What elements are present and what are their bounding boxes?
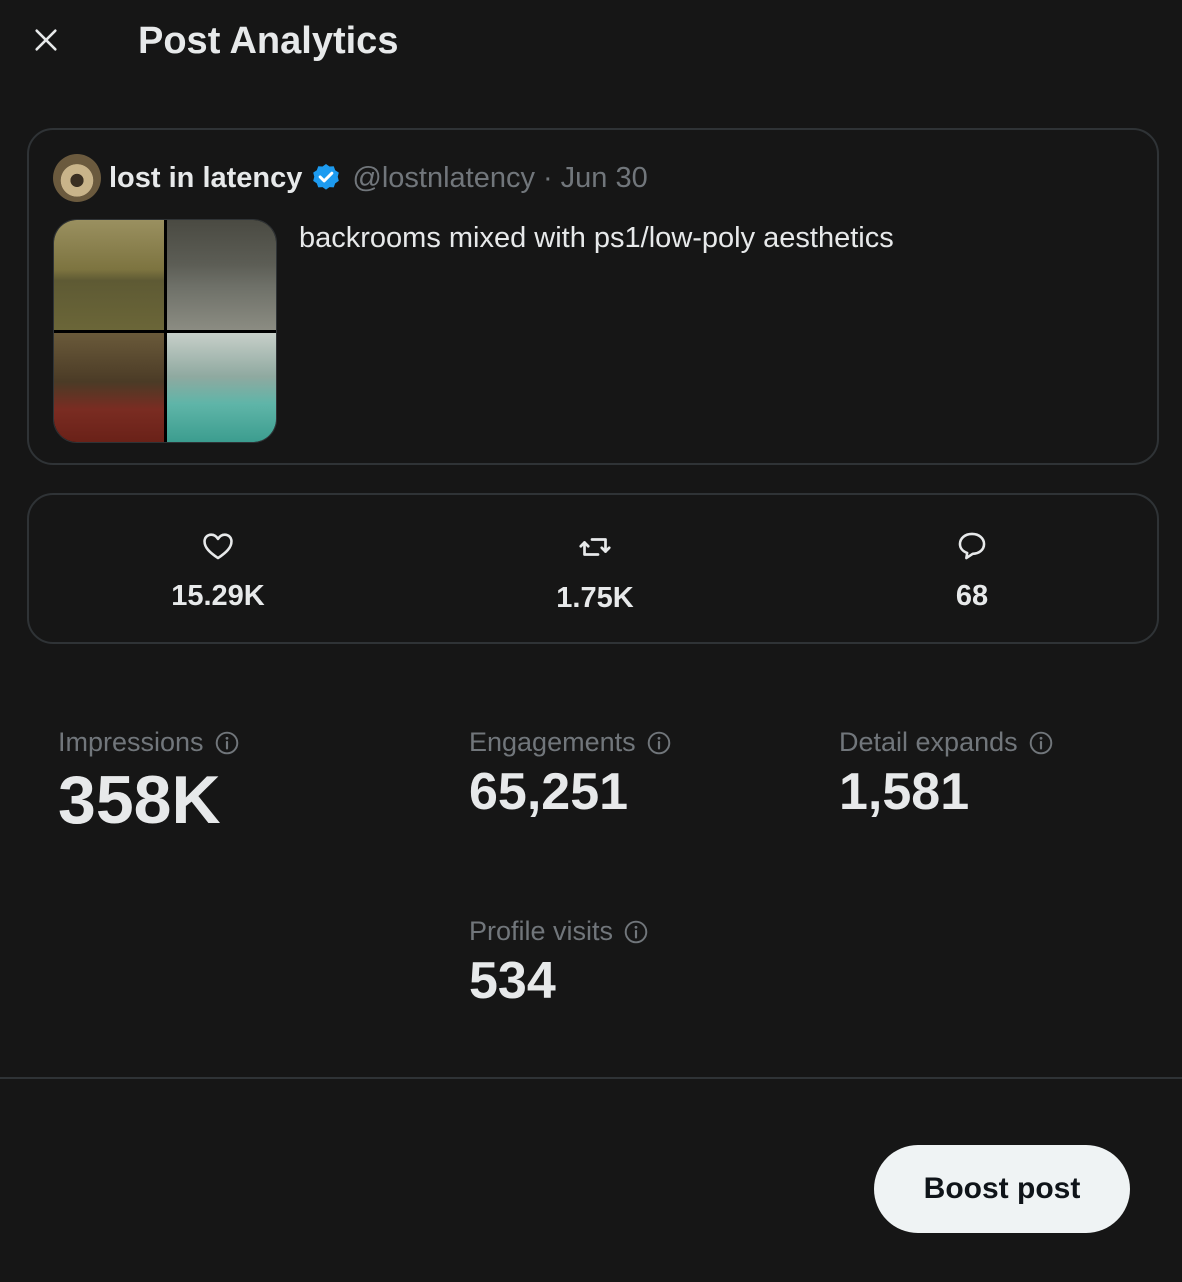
likes-count: 15.29K — [171, 580, 265, 612]
footer-divider — [0, 1077, 1182, 1079]
post-header: lost in latency @lostnlatency · Jun 30 — [53, 154, 648, 202]
info-icon[interactable] — [214, 730, 240, 756]
engagements-label: Engagements — [469, 727, 636, 757]
post-card[interactable]: lost in latency @lostnlatency · Jun 30 b… — [27, 128, 1159, 465]
media-image-1[interactable] — [54, 220, 164, 330]
detail-expands-value: 1,581 — [839, 763, 970, 821]
reposts-stat[interactable]: 1.75K — [495, 529, 695, 615]
media-image-2[interactable] — [166, 220, 276, 330]
impressions-label: Impressions — [58, 727, 204, 757]
detail-expands-metric: Detail expands 1,581 — [839, 727, 1054, 824]
engagements-value: 65,251 — [469, 763, 629, 821]
profile-visits-value: 534 — [469, 952, 556, 1010]
verified-badge-icon — [310, 162, 342, 194]
avatar[interactable] — [53, 154, 101, 202]
info-icon[interactable] — [646, 730, 672, 756]
likes-stat[interactable]: 15.29K — [118, 529, 318, 613]
repost-icon — [577, 529, 613, 570]
reposts-count: 1.75K — [556, 582, 634, 614]
info-icon[interactable] — [1028, 730, 1054, 756]
engagement-summary: 15.29K 1.75K 68 — [27, 493, 1159, 644]
close-icon — [32, 26, 60, 59]
replies-count: 68 — [955, 580, 989, 612]
post-text: backrooms mixed with ps1/low-poly aesthe… — [299, 222, 894, 254]
post-date[interactable]: Jun 30 — [561, 162, 648, 195]
media-image-3[interactable] — [54, 332, 164, 442]
page-title: Post Analytics — [138, 20, 399, 62]
heart-icon — [201, 529, 235, 568]
detail-expands-label: Detail expands — [839, 727, 1018, 757]
post-media-grid[interactable] — [53, 219, 277, 443]
reply-icon — [955, 529, 989, 568]
media-image-4[interactable] — [166, 332, 276, 442]
boost-post-button[interactable]: Boost post — [874, 1145, 1130, 1233]
impressions-value: 358K — [58, 762, 221, 838]
info-icon[interactable] — [623, 919, 649, 945]
profile-visits-metric: Profile visits 534 — [469, 916, 649, 1013]
replies-stat[interactable]: 68 — [872, 529, 1072, 613]
profile-visits-label: Profile visits — [469, 916, 614, 946]
author-name[interactable]: lost in latency — [109, 162, 302, 195]
separator-dot: · — [542, 161, 553, 194]
close-button[interactable] — [22, 18, 70, 66]
engagements-metric: Engagements 65,251 — [469, 727, 672, 824]
author-handle[interactable]: @lostnlatency — [352, 162, 535, 195]
impressions-metric: Impressions 358K — [58, 727, 240, 840]
